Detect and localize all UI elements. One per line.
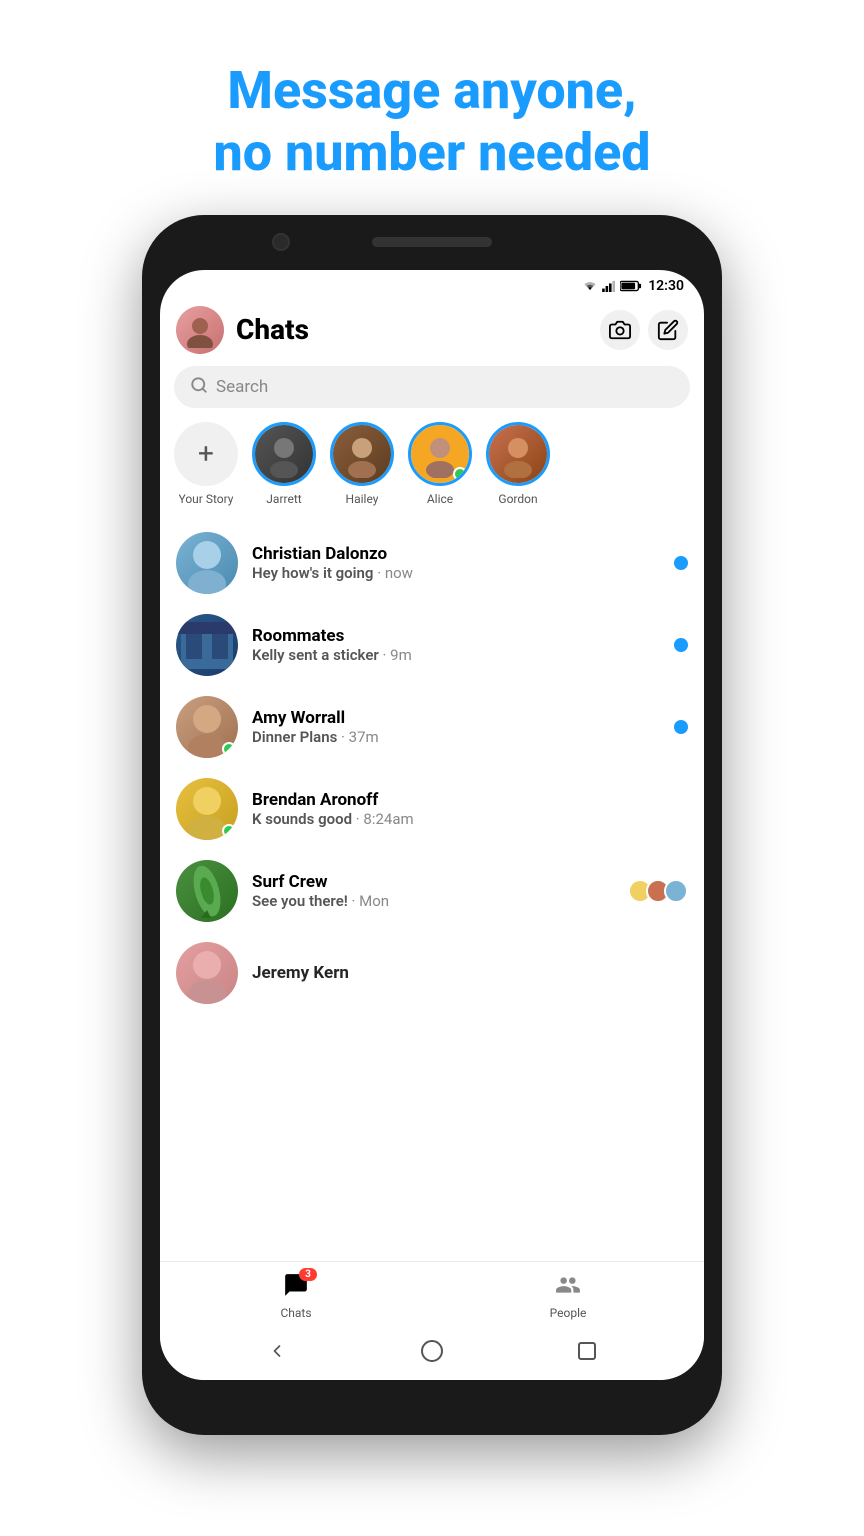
hero-section: Message anyone, no number needed xyxy=(213,0,650,215)
chat-preview-roommates: Kelly sent a sticker · 9m xyxy=(252,646,666,664)
story-avatar-gordon xyxy=(486,422,550,486)
people-nav-label: People xyxy=(550,1306,587,1320)
avatar-surf-crew xyxy=(176,860,238,922)
search-placeholder: Search xyxy=(216,377,268,397)
chat-info-amy-worrall: Amy Worrall Dinner Plans · 37m xyxy=(252,708,666,746)
chat-name-roommates: Roommates xyxy=(252,626,666,646)
story-label-hailey: Hailey xyxy=(346,492,379,506)
chat-name-brendan-aronoff: Brendan Aronoff xyxy=(252,790,688,810)
hero-title: Message anyone, no number needed xyxy=(213,60,650,185)
chat-item-amy-worrall[interactable]: Amy Worrall Dinner Plans · 37m xyxy=(160,686,704,768)
story-avatar-hailey xyxy=(330,422,394,486)
group-avatars-surf-crew xyxy=(628,879,688,903)
nav-item-people[interactable]: People xyxy=(432,1262,704,1328)
bottom-nav: 3 Chats People xyxy=(160,1261,704,1328)
phone-screen: 12:30 Chats xyxy=(160,270,704,1380)
chats-nav-icon-wrap: 3 xyxy=(283,1272,309,1302)
online-indicator-amy xyxy=(222,742,236,756)
nav-item-chats[interactable]: 3 Chats xyxy=(160,1262,432,1328)
add-story-button[interactable]: + xyxy=(174,422,238,486)
chat-info-christian-dalonzo: Christian Dalonzo Hey how's it going · n… xyxy=(252,544,666,582)
hero-line1: Message anyone, xyxy=(227,60,636,121)
avatar-brendan-aronoff xyxy=(176,778,238,840)
self-avatar[interactable] xyxy=(176,306,224,354)
chat-info-brendan-aronoff: Brendan Aronoff K sounds good · 8:24am xyxy=(252,790,688,828)
stories-row: + Your Story Jarrett xyxy=(160,422,704,522)
avatar-christian-dalonzo xyxy=(176,532,238,594)
story-label-alice: Alice xyxy=(427,492,453,506)
avatar-amy-worrall xyxy=(176,696,238,758)
app-header: Chats xyxy=(160,298,704,366)
recents-button[interactable] xyxy=(572,1336,602,1366)
online-indicator-alice xyxy=(453,467,467,481)
chat-preview-amy-worrall: Dinner Plans · 37m xyxy=(252,728,666,746)
chat-name-amy-worrall: Amy Worrall xyxy=(252,708,666,728)
status-icons xyxy=(582,280,642,292)
chat-preview-surf-crew: See you there! · Mon xyxy=(252,892,620,910)
chat-item-brendan-aronoff[interactable]: Brendan Aronoff K sounds good · 8:24am xyxy=(160,768,704,850)
system-nav xyxy=(160,1328,704,1380)
story-item-your-story[interactable]: + Your Story xyxy=(174,422,238,506)
people-nav-icon-wrap xyxy=(555,1272,581,1302)
online-indicator-brendan xyxy=(222,824,236,838)
avatar-jeremy-kern xyxy=(176,942,238,1004)
avatar-roommates xyxy=(176,614,238,676)
story-label-gordon: Gordon xyxy=(498,492,537,506)
status-time: 12:30 xyxy=(648,278,684,294)
chat-preview-brendan-aronoff: K sounds good · 8:24am xyxy=(252,810,688,828)
hero-line2: no number needed xyxy=(213,122,650,183)
story-item-gordon[interactable]: Gordon xyxy=(486,422,550,506)
compose-button[interactable] xyxy=(648,310,688,350)
search-icon xyxy=(190,376,208,398)
chat-item-jeremy-kern[interactable]: Jeremy Kern xyxy=(160,932,704,1014)
app-title: Chats xyxy=(236,313,592,346)
wifi-icon xyxy=(582,280,598,292)
phone-camera xyxy=(272,233,290,251)
unread-indicator-amy-worrall xyxy=(674,720,688,734)
status-bar: 12:30 xyxy=(160,270,704,298)
back-button[interactable] xyxy=(262,1336,292,1366)
chat-list: Christian Dalonzo Hey how's it going · n… xyxy=(160,522,704,1261)
chat-preview-christian-dalonzo: Hey how's it going · now xyxy=(252,564,666,582)
story-item-hailey[interactable]: Hailey xyxy=(330,422,394,506)
people-nav-icon xyxy=(555,1272,581,1298)
camera-button[interactable] xyxy=(600,310,640,350)
search-bar[interactable]: Search xyxy=(174,366,690,408)
unread-indicator-roommates xyxy=(674,638,688,652)
signal-icon xyxy=(602,280,616,292)
home-button[interactable] xyxy=(417,1336,447,1366)
phone-device: 12:30 Chats xyxy=(142,215,722,1435)
unread-indicator-christian-dalonzo xyxy=(674,556,688,570)
chat-info-roommates: Roommates Kelly sent a sticker · 9m xyxy=(252,626,666,664)
battery-icon xyxy=(620,280,642,292)
plus-icon: + xyxy=(198,440,214,468)
chat-info-surf-crew: Surf Crew See you there! · Mon xyxy=(252,872,620,910)
story-item-alice[interactable]: Alice xyxy=(408,422,472,506)
chat-name-jeremy-kern: Jeremy Kern xyxy=(252,963,688,983)
story-avatar-alice xyxy=(408,422,472,486)
story-item-jarrett[interactable]: Jarrett xyxy=(252,422,316,506)
story-label-jarrett: Jarrett xyxy=(266,492,301,506)
story-avatar-jarrett xyxy=(252,422,316,486)
chat-name-christian-dalonzo: Christian Dalonzo xyxy=(252,544,666,564)
chat-item-surf-crew[interactable]: Surf Crew See you there! · Mon xyxy=(160,850,704,932)
phone-speaker xyxy=(372,237,492,247)
chats-badge: 3 xyxy=(299,1268,317,1281)
story-label-your-story: Your Story xyxy=(179,492,234,506)
chat-item-roommates[interactable]: Roommates Kelly sent a sticker · 9m xyxy=(160,604,704,686)
chats-nav-label: Chats xyxy=(280,1306,311,1320)
chat-item-christian-dalonzo[interactable]: Christian Dalonzo Hey how's it going · n… xyxy=(160,522,704,604)
chat-info-jeremy-kern: Jeremy Kern xyxy=(252,963,688,983)
chat-name-surf-crew: Surf Crew xyxy=(252,872,620,892)
